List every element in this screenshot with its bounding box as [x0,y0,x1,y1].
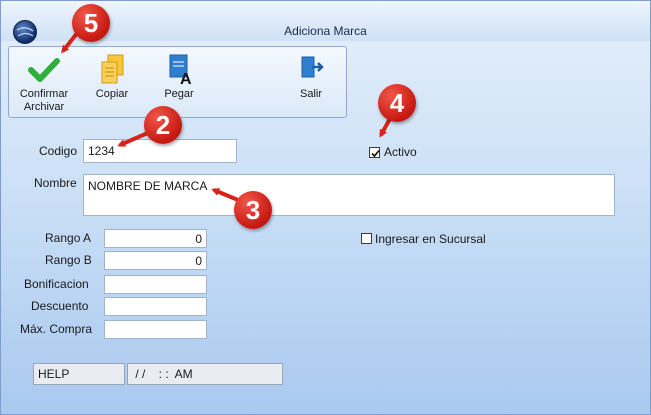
arrow-3 [211,188,239,202]
callout-badge-3: 3 [234,191,272,229]
callout-arrows [61,30,394,202]
callout-badge-5: 5 [72,4,110,42]
callout-badge-4: 4 [378,84,416,122]
callout-badge-2: 2 [144,106,182,144]
